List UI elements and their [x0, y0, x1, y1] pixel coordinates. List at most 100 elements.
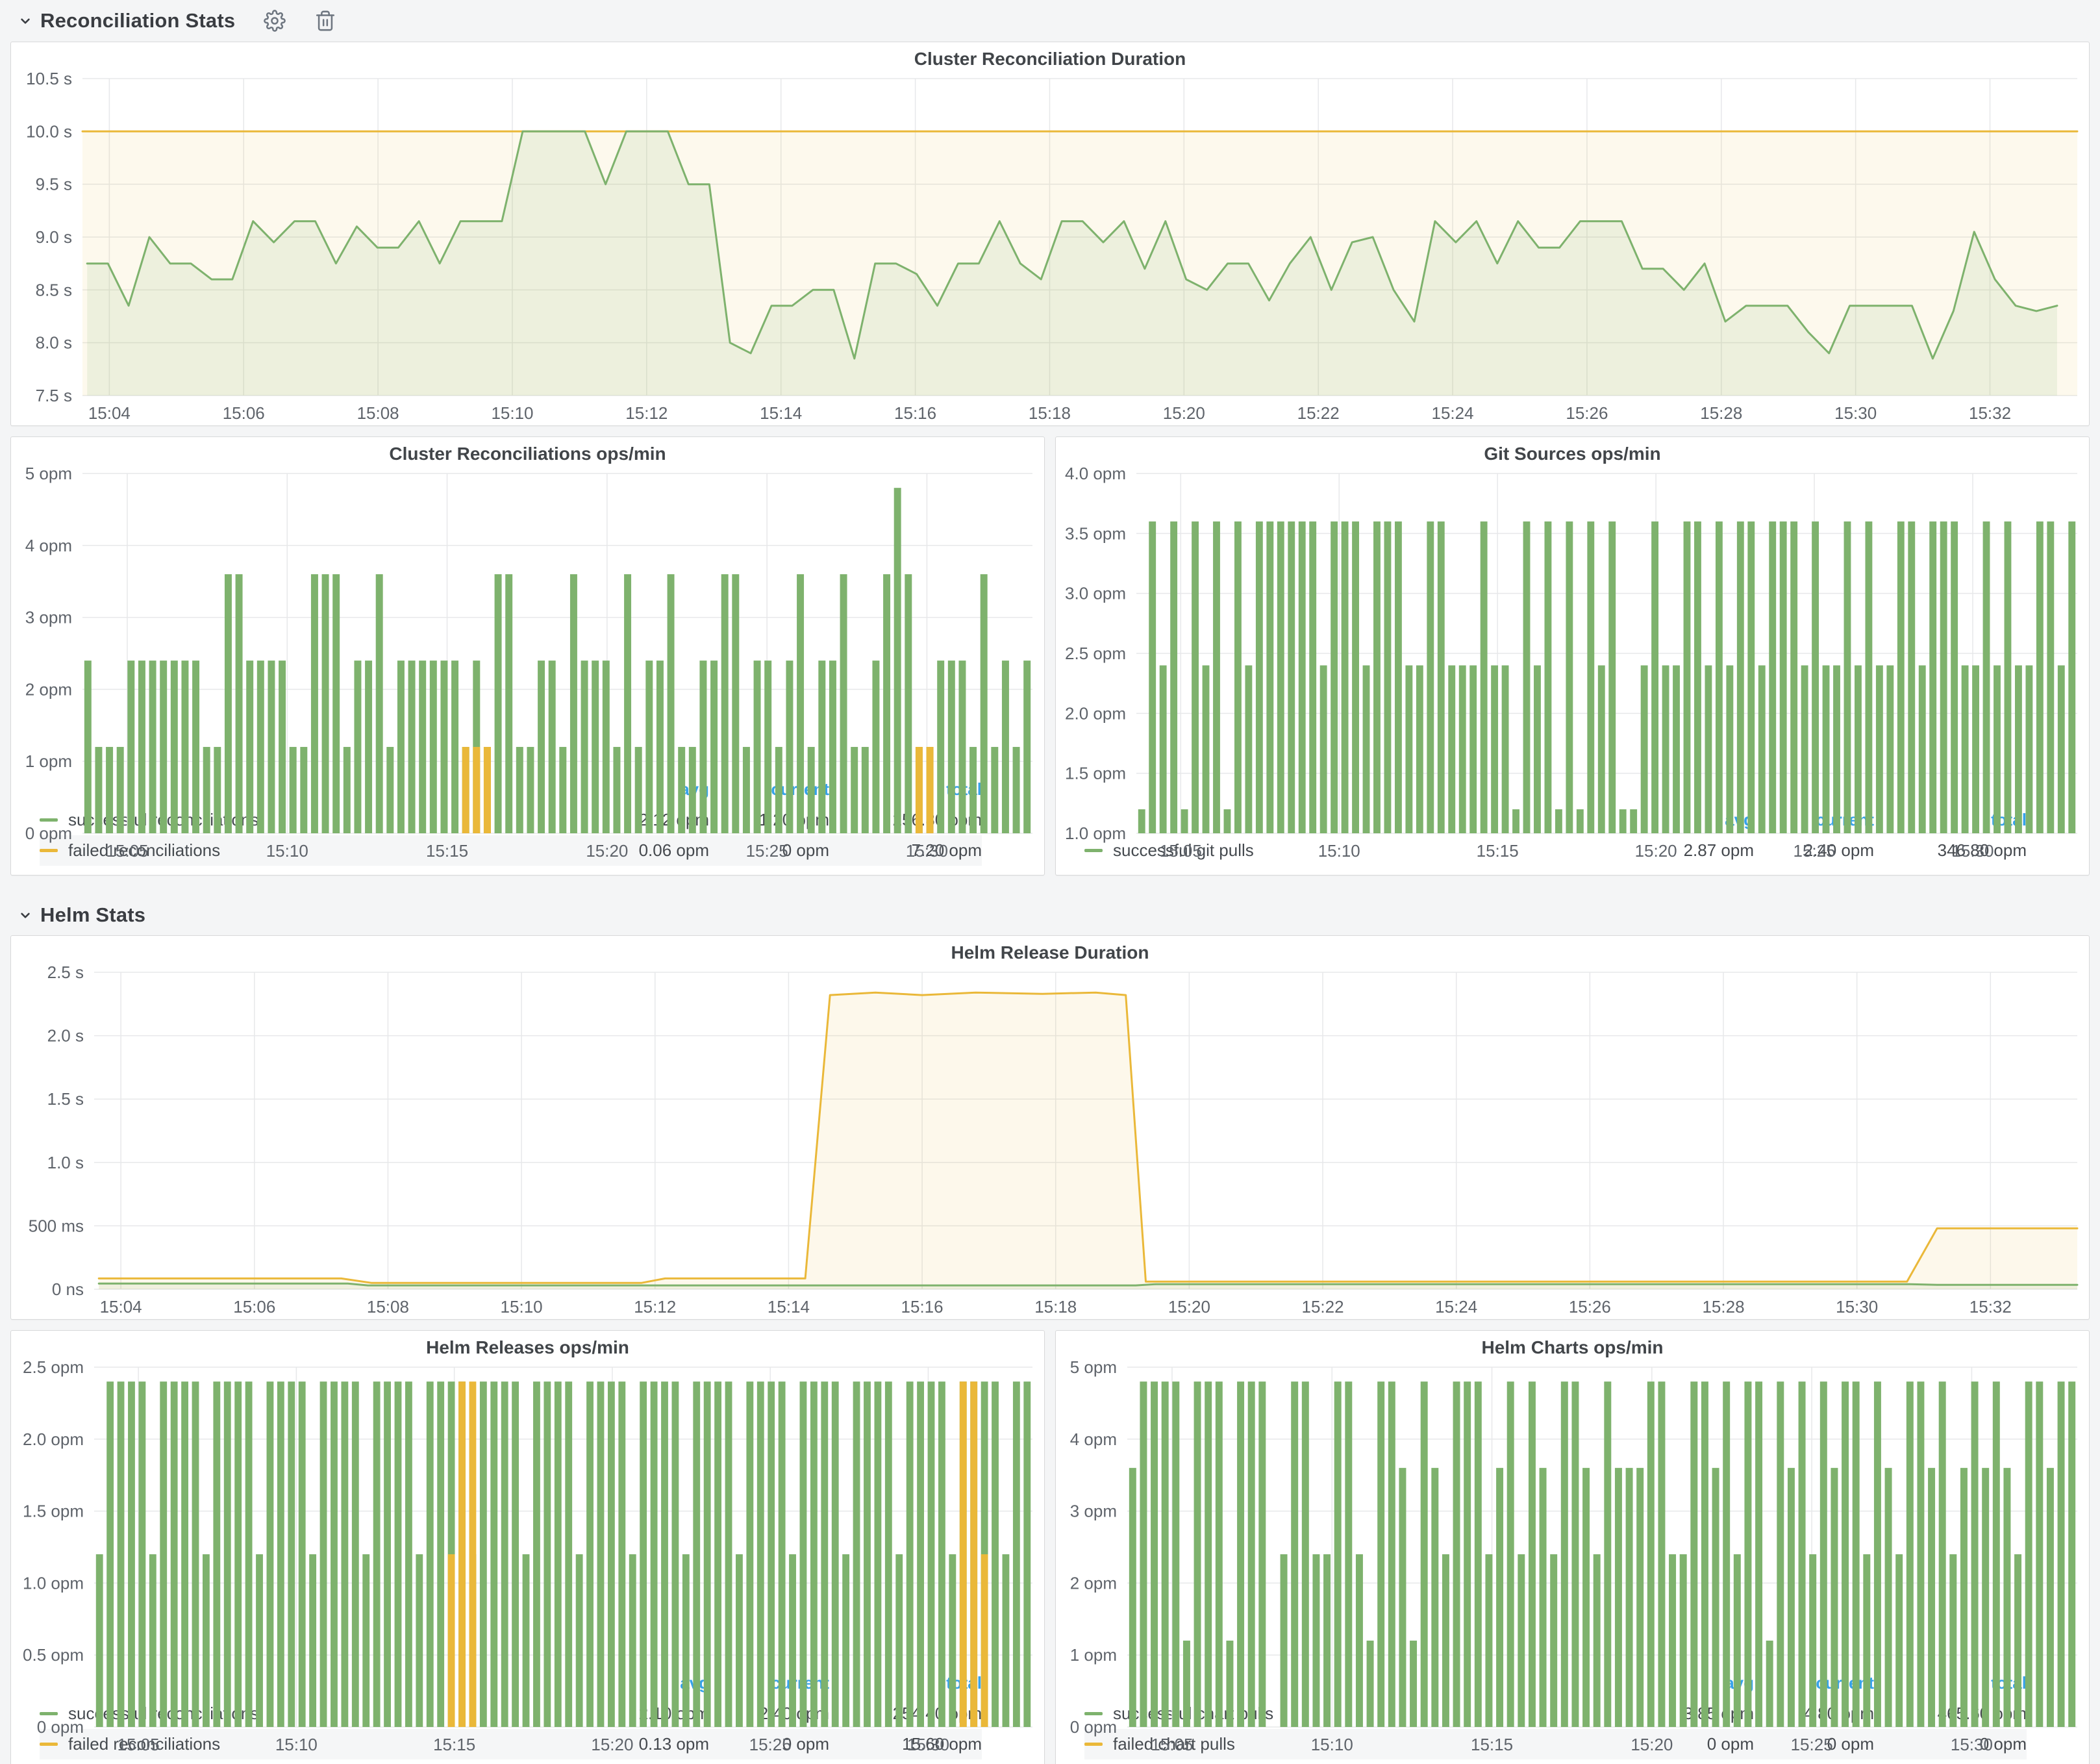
- bar[interactable]: [906, 1381, 914, 1727]
- bar[interactable]: [397, 661, 405, 833]
- bar[interactable]: [1608, 522, 1616, 833]
- bar[interactable]: [1151, 1381, 1158, 1727]
- bar[interactable]: [1194, 1381, 1201, 1727]
- bar[interactable]: [1421, 1381, 1428, 1727]
- bar[interactable]: [106, 1381, 114, 1727]
- bar[interactable]: [1245, 665, 1252, 833]
- bar[interactable]: [624, 574, 631, 833]
- bar[interactable]: [736, 1554, 743, 1727]
- bar[interactable]: [1801, 665, 1808, 833]
- bar[interactable]: [1248, 1381, 1255, 1727]
- bar[interactable]: [693, 1381, 700, 1727]
- bar[interactable]: [1405, 665, 1412, 833]
- bar[interactable]: [1469, 665, 1477, 833]
- bar[interactable]: [1651, 522, 1658, 833]
- bar[interactable]: [192, 1381, 199, 1727]
- chart-canvas[interactable]: 0 ns500 ms1.0 s1.5 s2.0 s2.5 s15:0415:06…: [15, 964, 2085, 1319]
- bar[interactable]: [1138, 809, 1145, 833]
- bar[interactable]: [1266, 522, 1273, 833]
- bar[interactable]: [1518, 1554, 1525, 1727]
- bar[interactable]: [754, 661, 761, 833]
- bar[interactable]: [779, 1381, 786, 1727]
- bar[interactable]: [299, 1381, 306, 1727]
- bar[interactable]: [1234, 522, 1242, 833]
- bar[interactable]: [224, 1381, 231, 1727]
- bar[interactable]: [245, 1381, 253, 1727]
- bar[interactable]: [743, 747, 750, 833]
- bar[interactable]: [1630, 809, 1637, 833]
- bar[interactable]: [671, 1381, 679, 1727]
- bar[interactable]: [1384, 522, 1392, 833]
- bar[interactable]: [960, 1381, 967, 1727]
- bar[interactable]: [1312, 1554, 1319, 1727]
- bar[interactable]: [1160, 665, 1167, 833]
- bar[interactable]: [1769, 522, 1776, 833]
- section-header-helm-stats[interactable]: Helm Stats: [10, 886, 2090, 935]
- bar[interactable]: [544, 1381, 551, 1727]
- bar[interactable]: [495, 574, 502, 833]
- panel-title[interactable]: Helm Charts ops/min: [1056, 1337, 2089, 1359]
- bar[interactable]: [430, 661, 437, 833]
- bar[interactable]: [949, 1554, 956, 1727]
- bar[interactable]: [1582, 1468, 1590, 1727]
- bar[interactable]: [1853, 1381, 1860, 1727]
- bar[interactable]: [656, 661, 664, 833]
- bar[interactable]: [1780, 522, 1787, 833]
- bar[interactable]: [1299, 522, 1306, 833]
- bar[interactable]: [1363, 665, 1370, 833]
- bar[interactable]: [1172, 1381, 1179, 1727]
- bar[interactable]: [1534, 665, 1541, 833]
- bar[interactable]: [1831, 1468, 1838, 1727]
- bar[interactable]: [1023, 1381, 1031, 1727]
- bar[interactable]: [1844, 522, 1851, 833]
- bar[interactable]: [842, 1554, 849, 1727]
- chart-canvas[interactable]: 0 opm1 opm2 opm3 opm4 opm5 opm15:0515:10…: [15, 466, 1040, 863]
- bar[interactable]: [448, 1554, 455, 1727]
- bar[interactable]: [1291, 1381, 1298, 1727]
- bar[interactable]: [1983, 522, 1990, 833]
- bar[interactable]: [1876, 665, 1883, 833]
- bar[interactable]: [1183, 1641, 1190, 1727]
- bar[interactable]: [894, 488, 901, 833]
- bar[interactable]: [1919, 665, 1926, 833]
- bar[interactable]: [1940, 522, 1947, 833]
- bar[interactable]: [1766, 1641, 1773, 1727]
- chart-canvas[interactable]: 1.0 opm1.5 opm2.0 opm2.5 opm3.0 opm3.5 o…: [1060, 466, 2085, 863]
- bar[interactable]: [1723, 1381, 1730, 1727]
- bar[interactable]: [1906, 1381, 1914, 1727]
- bar[interactable]: [937, 661, 944, 833]
- bar[interactable]: [344, 747, 351, 833]
- bar[interactable]: [362, 1554, 369, 1727]
- bar[interactable]: [484, 747, 491, 833]
- bar[interactable]: [516, 747, 523, 833]
- bar[interactable]: [1205, 1381, 1212, 1727]
- bar[interactable]: [851, 747, 858, 833]
- helm-release-duration-chart[interactable]: 0 ns500 ms1.0 s1.5 s2.0 s2.5 s15:0415:06…: [15, 964, 2085, 1319]
- bar[interactable]: [1320, 665, 1327, 833]
- bar[interactable]: [1416, 665, 1423, 833]
- bar[interactable]: [1023, 661, 1031, 833]
- bar[interactable]: [290, 747, 297, 833]
- helm-releases-ops-chart[interactable]: 0 opm0.5 opm1.0 opm1.5 opm2.0 opm2.5 opm…: [15, 1359, 1040, 1665]
- bar[interactable]: [678, 747, 685, 833]
- bar[interactable]: [725, 1381, 732, 1727]
- bar[interactable]: [1982, 1468, 1989, 1727]
- bar[interactable]: [458, 1381, 466, 1727]
- bar[interactable]: [862, 747, 869, 833]
- chart-canvas[interactable]: 0 opm1 opm2 opm3 opm4 opm5 opm15:0515:10…: [1060, 1359, 2085, 1757]
- bar[interactable]: [1626, 1468, 1633, 1727]
- bar[interactable]: [1662, 665, 1669, 833]
- bar[interactable]: [1302, 1381, 1309, 1727]
- bar[interactable]: [905, 574, 912, 833]
- bar[interactable]: [840, 574, 847, 833]
- bar[interactable]: [1352, 522, 1359, 833]
- bar[interactable]: [1726, 665, 1733, 833]
- bar[interactable]: [1690, 1381, 1697, 1727]
- bar[interactable]: [1323, 1554, 1331, 1727]
- bar[interactable]: [1962, 665, 1969, 833]
- bar[interactable]: [981, 1554, 988, 1727]
- bar[interactable]: [2047, 1468, 2054, 1727]
- bar[interactable]: [1442, 1554, 1449, 1727]
- bar[interactable]: [437, 1381, 444, 1727]
- bar[interactable]: [948, 661, 955, 833]
